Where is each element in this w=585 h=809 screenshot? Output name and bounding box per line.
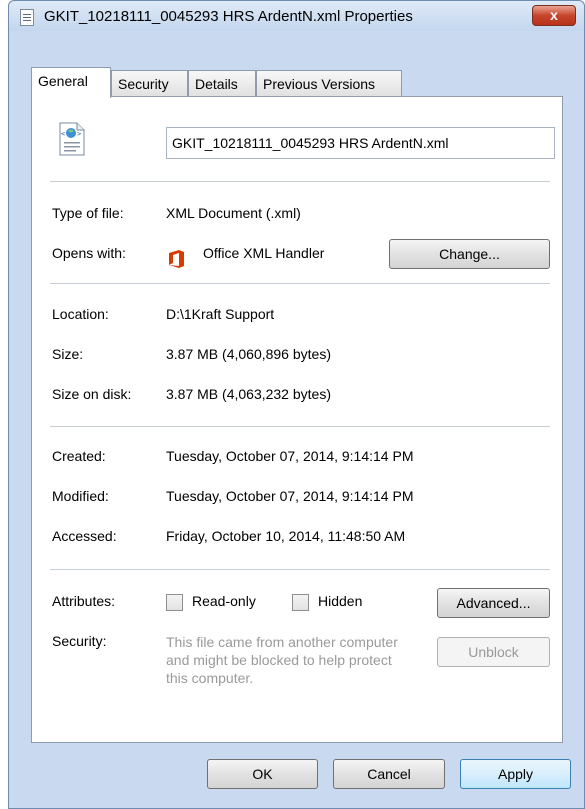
office-icon (169, 250, 184, 268)
xml-file-icon: < > (59, 122, 85, 156)
size-value: 3.87 MB (4,060,896 bytes) (166, 346, 331, 362)
security-label: Security: (52, 633, 107, 649)
created-value: Tuesday, October 07, 2014, 9:14:14 PM (166, 448, 414, 464)
tab-previous-versions[interactable]: Previous Versions (256, 70, 402, 97)
change-button[interactable]: Change... (389, 239, 550, 269)
type-label: Type of file: (52, 205, 124, 221)
tab-security[interactable]: Security (111, 70, 188, 97)
file-name-input[interactable]: GKIT_10218111_0045293 HRS ArdentN.xml (166, 127, 555, 159)
unblock-button[interactable]: Unblock (437, 637, 550, 667)
hidden-label[interactable]: Hidden (318, 593, 362, 609)
size-label: Size: (52, 346, 84, 362)
attributes-label: Attributes: (52, 593, 116, 609)
separator (50, 181, 550, 182)
separator (50, 283, 550, 284)
svg-text:<: < (61, 130, 65, 138)
read-only-checkbox[interactable] (166, 594, 183, 611)
hidden-checkbox[interactable] (292, 594, 309, 611)
advanced-button[interactable]: Advanced... (437, 588, 550, 618)
created-label: Created: (52, 448, 106, 464)
accessed-value: Friday, October 10, 2014, 11:48:50 AM (166, 528, 406, 544)
cancel-button[interactable]: Cancel (333, 759, 445, 789)
properties-window: GKIT_10218111_0045293 HRS ArdentN.xml Pr… (8, 0, 585, 809)
svg-text:>: > (77, 130, 81, 138)
location-label: Location: (52, 306, 109, 322)
modified-value: Tuesday, October 07, 2014, 9:14:14 PM (166, 488, 414, 504)
apply-button[interactable]: Apply (460, 759, 571, 789)
document-icon (20, 9, 34, 26)
size-on-disk-value: 3.87 MB (4,063,232 bytes) (166, 386, 331, 402)
tab-general[interactable]: General (31, 67, 111, 98)
accessed-label: Accessed: (52, 528, 117, 544)
separator (50, 426, 550, 427)
tab-details[interactable]: Details (188, 70, 256, 97)
modified-label: Modified: (52, 488, 109, 504)
read-only-label[interactable]: Read-only (192, 593, 256, 609)
security-message: This file came from another computer and… (166, 634, 398, 686)
opens-with-label: Opens with: (52, 245, 126, 261)
opens-with-value: Office XML Handler (203, 245, 325, 261)
ok-button[interactable]: OK (207, 759, 318, 789)
separator (50, 569, 550, 570)
title-bar[interactable]: GKIT_10218111_0045293 HRS ArdentN.xml Pr… (9, 1, 584, 31)
size-on-disk-label: Size on disk: (52, 386, 132, 402)
window-title: GKIT_10218111_0045293 HRS ArdentN.xml Pr… (44, 8, 413, 25)
type-value: XML Document (.xml) (166, 205, 301, 221)
close-button[interactable]: x (532, 5, 576, 26)
location-value: D:\1Kraft Support (166, 306, 275, 322)
general-panel: < > GKIT_10218111_0045293 HRS ArdentN.xm… (31, 96, 563, 743)
